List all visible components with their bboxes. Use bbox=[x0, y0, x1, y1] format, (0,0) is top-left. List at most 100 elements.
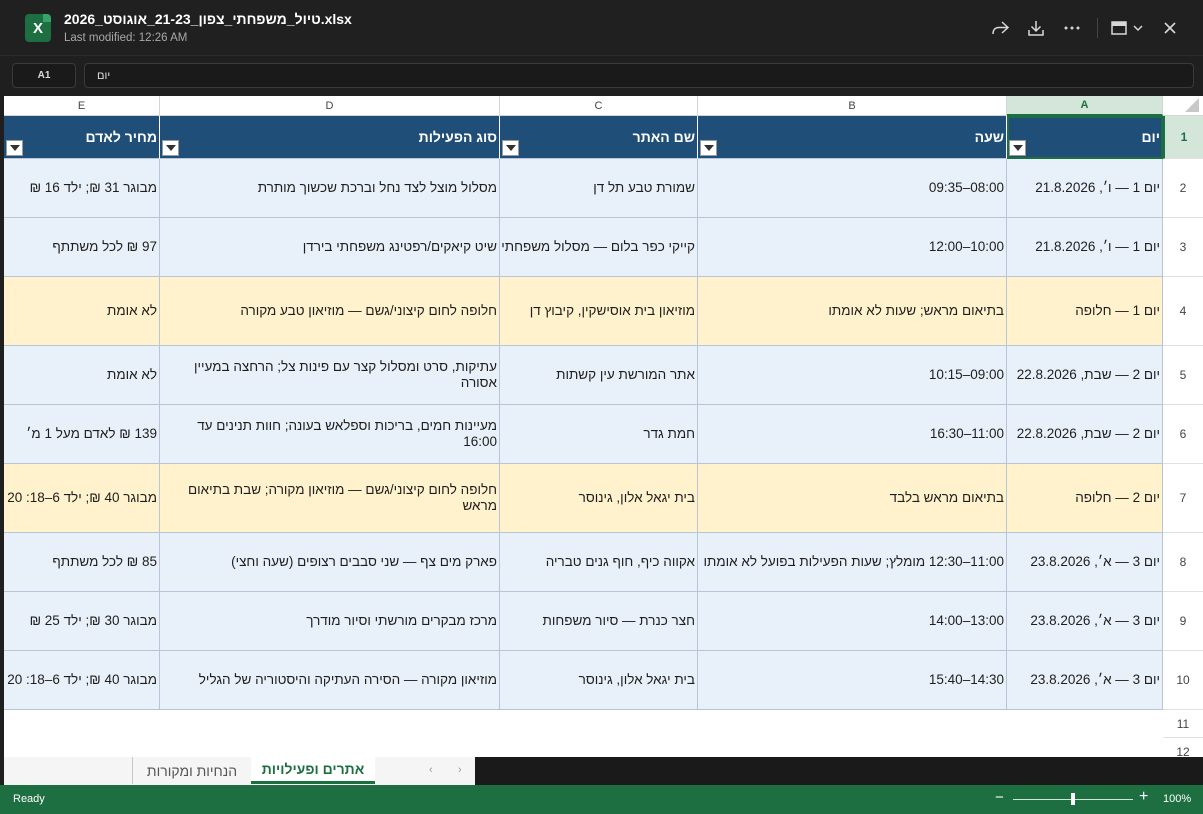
header-cell-e[interactable]: מחיר לאדם bbox=[4, 116, 160, 159]
toolbar-divider bbox=[1097, 18, 1098, 38]
table-cell-b[interactable]: 13:00–14:00 bbox=[698, 592, 1007, 651]
header-label: יום bbox=[1141, 129, 1160, 145]
column-header-c[interactable]: C bbox=[500, 96, 698, 116]
window-layout-icon[interactable] bbox=[1107, 16, 1131, 40]
zoom-slider-thumb[interactable] bbox=[1071, 793, 1075, 805]
status-bar: Ready − + 100% bbox=[0, 785, 1203, 814]
tab-sites-activities[interactable]: אתרים ופעילויות bbox=[251, 757, 375, 784]
table-cell-b[interactable]: בתיאום מראש; שעות לא אומתו bbox=[698, 277, 1007, 346]
select-all-corner[interactable] bbox=[1163, 96, 1203, 116]
table-cell-a[interactable]: יום 3 — א׳, 23.8.2026 bbox=[1007, 651, 1163, 710]
row-header[interactable]: 4 bbox=[1163, 277, 1203, 346]
table-cell-a[interactable]: יום 1 — ו׳, 21.8.2026 bbox=[1007, 159, 1163, 218]
row-header-1[interactable]: 1 bbox=[1163, 116, 1203, 159]
row-header[interactable]: 7 bbox=[1163, 464, 1203, 533]
table-cell-c[interactable]: קייקי כפר בלום — מסלול משפחתי bbox=[500, 218, 698, 277]
table-cell-c[interactable]: בית יגאל אלון, גינוסר bbox=[500, 464, 698, 533]
table-cell-e[interactable]: לא אומת bbox=[4, 346, 160, 405]
table-cell-d[interactable]: מסלול מוצל לצד נחל וברכת שכשוך מותרת bbox=[160, 159, 500, 218]
more-options-icon[interactable] bbox=[1060, 16, 1084, 40]
table-cell-d[interactable]: מעיינות חמים, בריכות וספלאש בעונה; חוות … bbox=[160, 405, 500, 464]
table-cell-d[interactable]: שיט קיאקים/רפטינג משפחתי בירדן bbox=[160, 218, 500, 277]
table-cell-c[interactable]: מוזיאון בית אוסישקין, קיבוץ דן bbox=[500, 277, 698, 346]
table-cell-d[interactable]: חלופה לחום קיצוני/גשם — מוזיאון טבע מקור… bbox=[160, 277, 500, 346]
sheet-tab-area: ‹ › הנחיות ומקורות אתרים ופעילויות bbox=[4, 757, 475, 785]
column-header-b[interactable]: B bbox=[698, 96, 1007, 116]
header-label: שעה bbox=[974, 129, 1004, 145]
table-cell-b[interactable]: 14:30–15:40 bbox=[698, 651, 1007, 710]
table-cell-d[interactable]: מרכז מבקרים מורשתי וסיור מודרך bbox=[160, 592, 500, 651]
tab-instructions-sources[interactable]: הנחיות ומקורות bbox=[132, 757, 251, 784]
table-cell-d[interactable]: מוזיאון מקורה — הסירה העתיקה והיסטוריה ש… bbox=[160, 651, 500, 710]
header-cell-c[interactable]: שם האתר bbox=[500, 116, 698, 159]
table-cell-e[interactable]: מבוגר 40 ₪; ילד 6–18: 20 bbox=[4, 464, 160, 533]
table-cell-e[interactable]: 97 ₪ לכל משתתף bbox=[4, 218, 160, 277]
row-header[interactable]: 10 bbox=[1163, 651, 1203, 710]
sheet-tab-bar: ‹ › הנחיות ומקורות אתרים ופעילויות bbox=[4, 757, 1203, 785]
formula-input[interactable]: יום bbox=[84, 63, 1194, 88]
close-icon[interactable] bbox=[1158, 16, 1182, 40]
row-header[interactable]: 6 bbox=[1163, 405, 1203, 464]
tab-scroll-left-icon[interactable]: ‹ bbox=[429, 764, 433, 776]
row-header[interactable]: 2 bbox=[1163, 159, 1203, 218]
table-cell-a[interactable]: יום 3 — א׳, 23.8.2026 bbox=[1007, 592, 1163, 651]
header-cell-a[interactable]: יום bbox=[1007, 116, 1163, 159]
table-cell-b[interactable]: 10:00–12:00 bbox=[698, 218, 1007, 277]
table-cell-a[interactable]: יום 2 — שבת, 22.8.2026 bbox=[1007, 346, 1163, 405]
zoom-out-icon[interactable]: − bbox=[995, 789, 1004, 806]
tab-scroll-right-icon[interactable]: › bbox=[458, 764, 462, 776]
table-cell-c[interactable]: חמת גדר bbox=[500, 405, 698, 464]
zoom-in-icon[interactable]: + bbox=[1139, 788, 1148, 806]
table-cell-b[interactable]: 11:00–16:30 bbox=[698, 405, 1007, 464]
header-label: סוג הפעילות bbox=[418, 129, 497, 145]
last-modified: Last modified: 12:26 AM bbox=[64, 32, 188, 44]
table-cell-c[interactable]: בית יגאל אלון, גינוסר bbox=[500, 651, 698, 710]
download-icon[interactable] bbox=[1024, 16, 1048, 40]
filter-dropdown-icon[interactable] bbox=[162, 140, 179, 156]
zoom-level[interactable]: 100% bbox=[1163, 793, 1191, 805]
excel-window: X טיול_משפחתי_צפון_21-23_אוגוסט_2026.xls… bbox=[0, 0, 1203, 814]
chevron-down-icon[interactable] bbox=[1130, 16, 1146, 40]
title-bar: X טיול_משפחתי_צפון_21-23_אוגוסט_2026.xls… bbox=[0, 0, 1203, 56]
filter-dropdown-icon[interactable] bbox=[6, 140, 23, 156]
row-header[interactable]: 5 bbox=[1163, 346, 1203, 405]
table-cell-c[interactable]: שמורת טבע תל דן bbox=[500, 159, 698, 218]
header-cell-b[interactable]: שעה bbox=[698, 116, 1007, 159]
row-header[interactable]: 8 bbox=[1163, 533, 1203, 592]
table-cell-e[interactable]: מבוגר 31 ₪; ילד 16 ₪ bbox=[4, 159, 160, 218]
table-cell-c[interactable]: אתר המורשת עין קשתות bbox=[500, 346, 698, 405]
table-cell-a[interactable]: יום 1 — ו׳, 21.8.2026 bbox=[1007, 218, 1163, 277]
table-cell-e[interactable]: 85 ₪ לכל משתתף bbox=[4, 533, 160, 592]
column-header-e[interactable]: E bbox=[4, 96, 160, 116]
table-cell-a[interactable]: יום 1 — חלופה bbox=[1007, 277, 1163, 346]
table-cell-c[interactable]: אקווה כיף, חוף גנים טבריה bbox=[500, 533, 698, 592]
column-header-a[interactable]: A bbox=[1007, 96, 1163, 116]
column-header-d[interactable]: D bbox=[160, 96, 500, 116]
row-header[interactable]: 9 bbox=[1163, 592, 1203, 651]
row-header[interactable]: 12 bbox=[1163, 738, 1203, 757]
table-cell-b[interactable]: בתיאום מראש בלבד bbox=[698, 464, 1007, 533]
table-cell-a[interactable]: יום 2 — שבת, 22.8.2026 bbox=[1007, 405, 1163, 464]
table-cell-a[interactable]: יום 3 — א׳, 23.8.2026 bbox=[1007, 533, 1163, 592]
table-cell-e[interactable]: מבוגר 30 ₪; ילד 25 ₪ bbox=[4, 592, 160, 651]
table-cell-e[interactable]: לא אומת bbox=[4, 277, 160, 346]
table-cell-d[interactable]: חלופה לחום קיצוני/גשם — מוזיאון מקורה; ש… bbox=[160, 464, 500, 533]
spreadsheet-grid[interactable]: E D C B A 1 מחיר לאדם סוג הפעילות שם האתר שעה יום 2… bbox=[4, 96, 1203, 757]
table-cell-d[interactable]: עתיקות, סרט ומסלול קצר עם פינות צל; הרחצ… bbox=[160, 346, 500, 405]
row-header[interactable]: 3 bbox=[1163, 218, 1203, 277]
table-cell-e[interactable]: 139 ₪ לאדם מעל 1 מ׳ bbox=[4, 405, 160, 464]
filter-dropdown-icon[interactable] bbox=[700, 140, 717, 156]
table-cell-e[interactable]: מבוגר 40 ₪; ילד 6–18: 20 bbox=[4, 651, 160, 710]
table-cell-d[interactable]: פארק מים צף — שני סבבים רצופים (שעה וחצי… bbox=[160, 533, 500, 592]
table-cell-b[interactable]: 11:00–12:30 מומלץ; שעות הפעילות בפועל לא… bbox=[698, 533, 1007, 592]
header-cell-d[interactable]: סוג הפעילות bbox=[160, 116, 500, 159]
name-box[interactable]: A1 bbox=[12, 63, 76, 88]
table-cell-b[interactable]: 08:00–09:35 bbox=[698, 159, 1007, 218]
table-cell-a[interactable]: יום 2 — חלופה bbox=[1007, 464, 1163, 533]
table-cell-c[interactable]: חצר כנרת — סיור משפחות bbox=[500, 592, 698, 651]
filter-dropdown-icon[interactable] bbox=[502, 140, 519, 156]
share-icon[interactable] bbox=[988, 16, 1012, 40]
filter-dropdown-icon[interactable] bbox=[1009, 140, 1026, 156]
row-header[interactable]: 11 bbox=[1163, 710, 1203, 738]
table-cell-b[interactable]: 09:00–10:15 bbox=[698, 346, 1007, 405]
